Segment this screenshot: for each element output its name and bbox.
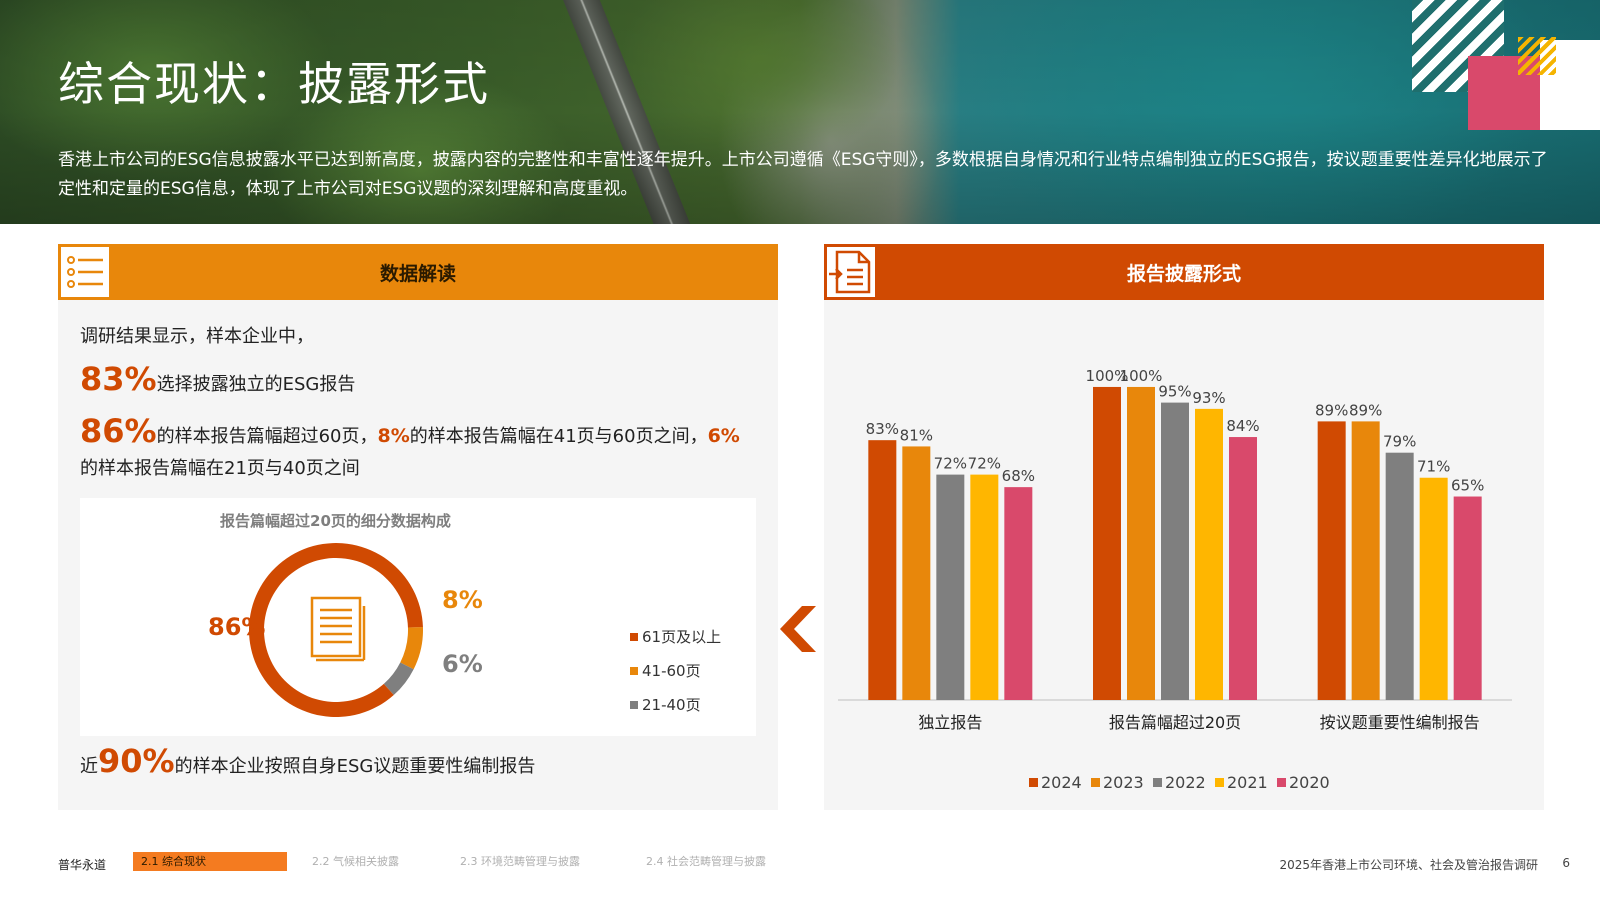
stat-text: 的样本企业按照自身ESG议题重要性编制报告: [174, 756, 536, 777]
data-label: 72%: [934, 455, 967, 473]
legend-label-2024: 2024: [1041, 773, 1082, 792]
footer-tab-2-4[interactable]: 2.4 社会范畴管理与披露: [646, 852, 766, 871]
legend-item-61plus: 61页及以上: [630, 626, 721, 647]
panel-title: 数据解读: [379, 262, 456, 285]
stat-value: 90%: [98, 742, 175, 780]
legend-swatch-2020: [1277, 778, 1286, 787]
bar-2020-2: [1453, 496, 1482, 700]
donut-segment: [249, 543, 423, 717]
data-label: 83%: [866, 420, 899, 438]
legend-label: 41-60页: [642, 662, 701, 680]
legend-label-2023: 2023: [1103, 773, 1144, 792]
legend-swatch-2024: [1029, 778, 1038, 787]
legend-item-21-40: 21-40页: [630, 694, 701, 715]
bar-2023-1: [1127, 386, 1155, 700]
legend-item-41-60: 41-60页: [630, 660, 701, 681]
stat-independent-report: 83%选择披露独立的ESG报告: [80, 362, 355, 402]
hero-banner: 综合现状：披露形式 香港上市公司的ESG信息披露水平已达到新高度，披露内容的完整…: [0, 0, 1600, 224]
footer-brand: 普华永道: [58, 858, 107, 872]
stat-value: 86%: [80, 412, 157, 450]
data-label: 72%: [968, 455, 1001, 473]
legend-label-2021: 2021: [1227, 773, 1268, 792]
data-label: 93%: [1192, 389, 1225, 407]
stat-prefix: 近: [80, 756, 98, 777]
legend-label-2020: 2020: [1289, 773, 1330, 792]
page-number: 6: [1562, 856, 1570, 870]
category-label: 报告篇幅超过20页: [1109, 713, 1241, 732]
report-export-icon: [825, 245, 877, 299]
data-interpretation-panel: 数据解读 调研结果显示，样本企业中， 83%选择披露独立的ESG报告 86%的样…: [58, 244, 778, 810]
category-label: 独立报告: [918, 713, 982, 732]
data-label: 89%: [1349, 401, 1382, 419]
stat-text: 的样本报告篇幅在41页与60页之间，: [409, 426, 708, 447]
stat-value: 8%: [377, 425, 410, 447]
bar-2022-0: [936, 474, 965, 700]
document-icon: [310, 596, 366, 662]
lead-text: 调研结果显示，样本企业中，: [80, 326, 314, 347]
chevron-left-icon: [780, 606, 816, 652]
panel-header: 报告披露形式: [824, 244, 1544, 300]
bar-2022-2: [1385, 452, 1414, 700]
donut-label-8: 8%: [442, 586, 483, 614]
legend-swatch: [630, 632, 638, 641]
data-label: 100%: [1120, 367, 1163, 385]
footer-tab-2-1[interactable]: 2.1 综合现状: [133, 852, 287, 871]
legend-swatch-2022: [1153, 778, 1162, 787]
legend-label-2022: 2022: [1165, 773, 1206, 792]
stat-materiality: 近90%的样本企业按照自身ESG议题重要性编制报告: [80, 744, 535, 784]
stat-page-length: 86%的样本报告篇幅超过60页，8%的样本报告篇幅在41页与60页之间，6%: [80, 414, 740, 454]
legend-swatch-2021: [1215, 778, 1224, 787]
donut-chart-card: 报告篇幅超过20页的细分数据构成 86% 8% 6% 61页及以上 41-60页…: [80, 498, 756, 736]
legend-label: 61页及以上: [642, 628, 722, 646]
bar-chart: 83% 81%72% 72%68%独立报告100%100%95% 93%84%报告篇幅…: [838, 367, 1512, 792]
bar-2022-1: [1161, 402, 1189, 700]
donut-segment: [400, 626, 423, 670]
page-title: 综合现状：披露形式: [58, 57, 490, 111]
footer-report-title: 2025年香港上市公司环境、社会及管治报告调研: [1279, 858, 1538, 872]
donut-label-86: 86%: [208, 613, 265, 641]
legend-swatch: [630, 700, 638, 709]
legend-swatch: [630, 666, 638, 675]
stat-page-length-continued: 的样本报告篇幅在21页与40页之间: [80, 458, 360, 479]
bar-2020-1: [1229, 437, 1257, 700]
bar-2021-1: [1195, 408, 1223, 700]
data-label: 84%: [1226, 417, 1259, 435]
data-label: 79%: [1383, 433, 1416, 451]
donut-label-6: 6%: [442, 650, 483, 678]
data-label: 71%: [1417, 458, 1450, 476]
decorative-block-yellow: [1518, 37, 1556, 75]
bar-2024-2: [1317, 421, 1346, 700]
bar-2024-0: [868, 440, 897, 700]
data-label: 89%: [1315, 401, 1348, 419]
panel-header: 数据解读: [58, 244, 778, 300]
footer-tab-2-3[interactable]: 2.3 环境范畴管理与披露: [460, 852, 580, 871]
bar-2021-2: [1419, 477, 1448, 700]
panel-title: 报告披露形式: [1126, 262, 1241, 285]
bar-2020-0: [1004, 487, 1033, 700]
stat-value: 6%: [707, 425, 740, 447]
bar-2023-0: [902, 446, 931, 700]
category-label: 按议题重要性编制报告: [1320, 713, 1480, 732]
data-label: 95%: [1158, 383, 1191, 401]
data-label: 68%: [1002, 467, 1035, 485]
data-label: 65%: [1451, 477, 1484, 495]
footer-tab-2-2[interactable]: 2.2 气候相关披露: [312, 852, 399, 871]
list-icon: [59, 245, 111, 299]
bar-2021-0: [970, 474, 999, 700]
stat-text: 的样本报告篇幅超过60页，: [156, 426, 378, 447]
stat-text: 选择披露独立的ESG报告: [156, 374, 356, 395]
intro-paragraph: 香港上市公司的ESG信息披露水平已达到新高度，披露内容的完整性和丰富性逐年提升。…: [58, 150, 1548, 199]
footer: 普华永道 2.1 综合现状 2.2 气候相关披露 2.3 环境范畴管理与披露 2…: [0, 850, 1600, 876]
bar-2023-2: [1351, 421, 1380, 700]
legend-swatch-2023: [1091, 778, 1100, 787]
data-label: 81%: [900, 426, 933, 444]
bar-2024-1: [1093, 386, 1121, 700]
stat-value: 83%: [80, 360, 157, 398]
report-format-panel: 报告披露形式 83% 81% 72% 72% 68% 独立报告 100% 100% 95% 93%…: [824, 244, 1544, 810]
legend-label: 21-40页: [642, 696, 701, 714]
